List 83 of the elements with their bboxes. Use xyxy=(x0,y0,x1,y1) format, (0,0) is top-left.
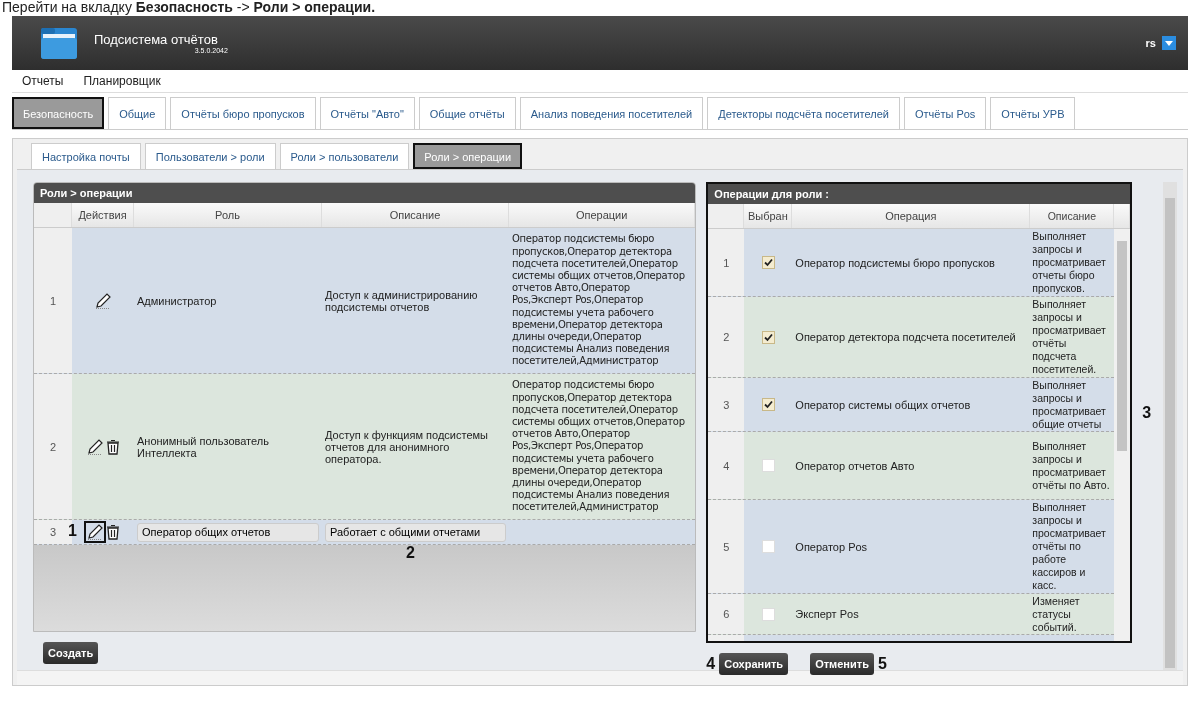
checkbox[interactable] xyxy=(761,256,775,269)
row-number: 3 xyxy=(708,378,745,431)
row-number: 5 xyxy=(708,500,745,593)
dropdown-icon[interactable] xyxy=(1162,36,1176,50)
save-button[interactable]: Сохранить xyxy=(719,653,789,675)
row-number: 2 xyxy=(34,374,72,519)
table-cell-text: Оператор отчетов Авто xyxy=(794,458,916,474)
panel-title: Операции для роли : xyxy=(708,184,1131,204)
column-header[interactable]: Операции xyxy=(509,203,696,227)
table-cell-text: Доступ к администрированию подсистемы отчетов xyxy=(324,287,479,315)
callout-number: 5 xyxy=(877,655,887,673)
scrollbar[interactable] xyxy=(1163,182,1177,670)
subtab[interactable]: Роли > пользователи xyxy=(279,143,410,169)
table-cell-text: Выполняет запросы и просматривает отчёты подсчета посетителей. xyxy=(1031,297,1107,377)
tab[interactable]: Детекторы подсчёта посетителей xyxy=(707,97,900,129)
table-cell-text: Изменяет статусы событий. xyxy=(1031,594,1081,634)
table-cell-text: Доступ к функциям подсистемы отчетов для анонимного оператора. xyxy=(324,427,489,467)
tab[interactable]: Отчёты бюро пропусков xyxy=(170,97,316,129)
tab[interactable]: Отчёты "Авто" xyxy=(319,97,415,129)
table-row[interactable]: 3 Оператор системы общих отчетов Выполняет запросы и просматривает общие отчеты xyxy=(708,378,1115,432)
column-header[interactable]: Операция xyxy=(792,204,1031,228)
table-cell-text: Анонимный пользователь Интеллекта xyxy=(136,433,270,461)
user-name[interactable]: rs xyxy=(1145,37,1156,49)
table-row[interactable] xyxy=(34,374,696,520)
row-number: 2 xyxy=(708,297,745,377)
table-cell-text: Оператор системы общих отчетов xyxy=(794,397,972,413)
row-number: 1 xyxy=(708,229,745,296)
table-cell-text: Оператор подсистемы бюро пропусков,Оператор детектора подсчета посетителей,Оператор системы общих отчетов,Оператор отчетов Авто,Оператор Pos,Эксперт Pos,Оператор подсистемы учета рабочего времени,Оператор детектора длины очереди,Оператор подсистемы Анализ поведения посетителей,Администратор xyxy=(511,232,686,369)
scrollbar[interactable] xyxy=(1114,229,1131,641)
column-header[interactable]: Роль xyxy=(134,203,322,227)
cancel-button[interactable]: Отменить xyxy=(810,653,874,675)
column-header[interactable]: Действия xyxy=(72,203,134,227)
callout-number: 3 xyxy=(1142,403,1152,422)
pencil-icon[interactable] xyxy=(86,437,104,456)
table-cell-text: Администратор xyxy=(136,293,218,309)
row-number: 6 xyxy=(708,594,745,634)
table-cell-text: Оператор подсистемы бюро пропусков xyxy=(794,255,996,271)
table-cell-text: Оператор Pos xyxy=(794,539,869,555)
tab[interactable]: Общие xyxy=(108,97,167,129)
table-cell-text: Оператор подсистемы бюро пропусков,Оператор детектора подсчета посетителей,Оператор системы общих отчетов,Оператор отчетов Авто,Оператор Pos,Эксперт Pos,Оператор подсистемы учета рабочего времени,Оператор детектора длины очереди,Оператор подсистемы Анализ поведения посетителей,Администратор xyxy=(511,378,686,515)
subtab[interactable]: Пользователи > роли xyxy=(144,143,276,169)
tab[interactable]: Отчёты УРВ xyxy=(990,97,1076,129)
table-row[interactable]: 5 Оператор Pos Выполняет запросы и просматривает отчёты по работе кассиров и касс. xyxy=(708,500,1115,594)
column-header[interactable]: Описание xyxy=(1030,204,1115,228)
scrollbar[interactable] xyxy=(17,670,1183,685)
row-number: 1 xyxy=(34,228,72,373)
pencil-icon[interactable] xyxy=(94,291,112,310)
table-row[interactable]: 1 Оператор подсистемы бюро пропусков Выполняет запросы и просматривает отчеты бюро пропусков. xyxy=(708,229,1115,297)
table-cell-text: Выполняет запросы и просматривает общие отчеты xyxy=(1031,378,1107,431)
tab[interactable]: Отчёты Pos xyxy=(903,97,987,129)
table-cell-text: Оператор детектора подсчета посетителей xyxy=(794,330,1017,345)
trash-icon[interactable] xyxy=(106,524,120,540)
menu-item[interactable]: Планировщик xyxy=(83,74,161,88)
trash-icon[interactable] xyxy=(106,438,120,455)
tab[interactable]: Общие отчёты xyxy=(418,97,516,129)
checkbox[interactable] xyxy=(761,330,775,344)
tab[interactable]: Анализ поведения посетителей xyxy=(519,97,704,129)
subtab[interactable]: Настройка почты xyxy=(31,143,141,169)
table-row[interactable] xyxy=(34,228,696,374)
panel-title: Роли > операции xyxy=(34,183,696,203)
callout-number: 2 xyxy=(406,544,415,562)
app-title: Подсистема отчётов xyxy=(94,32,218,47)
checkbox[interactable] xyxy=(761,398,775,411)
column-header[interactable]: Описание xyxy=(322,203,509,227)
instruction-text: Перейти на вкладку Безопасность -> Роли > операции. xyxy=(1,0,377,16)
table-cell-text: Выполняет запросы и просматривает отчёты по работе кассиров и касс. xyxy=(1031,500,1107,593)
column-header[interactable]: Выбран xyxy=(744,204,793,228)
row-number: 4 xyxy=(708,432,745,499)
checkbox[interactable] xyxy=(761,540,775,553)
table-row[interactable]: 2 Оператор детектора подсчета посетителей Выполняет запросы и просматривает отчёты подсчета посетителей. xyxy=(708,297,1115,378)
table-row[interactable]: 6 Эксперт Pos Изменяет статусы событий. xyxy=(708,594,1115,635)
table-cell-text: Выполняет запросы и просматривает отчеты бюро пропусков. xyxy=(1031,229,1107,296)
checkbox[interactable] xyxy=(761,607,775,621)
description-field[interactable]: Работает с общими отчетами xyxy=(325,522,506,542)
menu-item[interactable]: Отчеты xyxy=(22,74,64,88)
pencil-icon[interactable] xyxy=(86,523,104,541)
table-cell-text: Эксперт Pos xyxy=(794,607,860,622)
table-cell-text: Выполняет запросы и просматривает отчёты по Авто. xyxy=(1031,438,1111,493)
create-button[interactable]: Создать xyxy=(43,642,99,664)
table-row[interactable]: 4 Оператор отчетов Авто Выполняет запросы и просматривает отчёты по Авто. xyxy=(708,432,1115,500)
callout-number: 4 xyxy=(706,655,716,673)
role-name-field[interactable]: Оператор общих отчетов xyxy=(137,522,319,542)
checkbox[interactable] xyxy=(761,459,775,472)
